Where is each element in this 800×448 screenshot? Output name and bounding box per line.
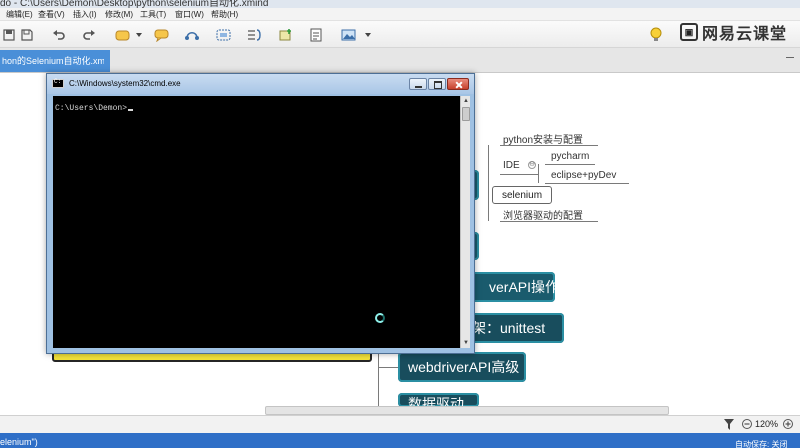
cmd-prompt-line: C:\Users\Demon> [55,104,134,113]
bottom-bar: elenium") 自动保存: 关闭 [0,433,800,448]
minimize-button[interactable] [409,78,427,90]
status-bar: 120% [0,415,800,433]
cmd-title: C:\Windows\system32\cmd.exe [69,79,181,88]
save-icon[interactable] [18,26,36,44]
marker-icon[interactable] [277,26,295,44]
subtopic-python-setup[interactable]: python安装与配置 [503,131,583,146]
menu-insert[interactable]: 插入(I) [73,9,97,20]
window-title-bar: do - C:\Users\Demon\Desktop\python\selen… [0,0,800,8]
scroll-up-icon[interactable]: ▲ [462,97,470,105]
callout-icon[interactable] [153,26,171,44]
bottom-left-text: elenium") [0,437,38,447]
menu-modify[interactable]: 修改(M) [105,9,133,20]
menu-edit[interactable]: 编辑(E) [6,9,33,20]
collapse-icon[interactable]: ⊖ [528,161,536,169]
topic-webdriver-api-advanced-label: webdriverAPI高级 [408,359,520,375]
zoom-in-icon[interactable] [783,419,793,432]
subtopic-selenium[interactable]: selenium [492,186,552,204]
loading-spinner-icon [375,313,385,323]
cmd-app-icon [52,78,64,88]
subtopic-ide[interactable]: IDE [503,160,520,171]
maximize-button[interactable] [428,78,446,90]
connector-line [545,183,629,184]
topic-dropdown-icon[interactable] [133,26,145,44]
lightbulb-icon[interactable] [647,26,665,44]
redo-icon[interactable] [80,26,98,44]
watermark: ▣ 网易云课堂 [680,20,787,44]
cmd-title-bar[interactable]: C:\Windows\system32\cmd.exe [47,74,474,94]
menu-help[interactable]: 帮助(H) [211,9,238,20]
menu-view[interactable]: 查看(V) [38,9,65,20]
connector-line [500,174,538,175]
notes-icon[interactable] [307,26,325,44]
connector-line [538,164,539,183]
subtopic-eclipse[interactable]: eclipse+pyDev [551,170,616,181]
minimize-editor-icon[interactable] [785,52,795,62]
zoom-level: 120% [755,419,779,429]
horizontal-scrollbar[interactable] [265,406,669,415]
tab-document[interactable]: hon的Selenium自动化.xmind [0,50,104,72]
cmd-vertical-scrollbar[interactable]: ▲ ▼ [460,96,470,348]
autosave-status[interactable]: 自动保存: 关闭 [735,439,787,448]
connector-line [378,367,398,368]
document-tab-strip: hon的Selenium自动化.xmind [0,48,800,73]
open-icon[interactable] [0,26,18,44]
subtopic-driver-config[interactable]: 浏览器驱动的配置 [503,207,583,222]
scroll-thumb[interactable] [462,107,470,121]
menu-window[interactable]: 窗口(W) [175,9,204,20]
watermark-text: 网易云课堂 [702,26,788,43]
zoom-out-icon[interactable] [742,419,752,432]
image-icon[interactable] [340,26,358,44]
subtopic-pycharm[interactable]: pycharm [551,151,589,162]
cmd-console[interactable]: C:\Users\Demon> [53,96,460,348]
topic-webdriver-api-advanced[interactable]: webdriverAPI高级 [398,352,526,382]
cmd-prompt: C:\Users\Demon> [55,104,128,113]
text-cursor [128,109,134,111]
window-title: do - C:\Users\Demon\Desktop\python\selen… [0,0,269,8]
connector-line [500,221,598,222]
connector-line [545,164,595,165]
cmd-window[interactable]: C:\Windows\system32\cmd.exe C:\Users\Dem… [46,73,475,354]
boundary-icon[interactable] [215,26,233,44]
watermark-logo-icon: ▣ [680,23,698,41]
connector-line [488,145,489,221]
topic-data-driven[interactable]: 数据驱动 [398,393,479,407]
connector-line [500,145,598,146]
subtopic-selenium-label: selenium [502,189,543,201]
relationship-icon[interactable] [183,26,201,44]
close-button[interactable] [447,78,469,90]
topic-webdriver-api-ops-label: verAPI操作 [489,279,560,295]
tab-edge [104,50,110,72]
topic-icon[interactable] [114,26,132,44]
scroll-down-icon[interactable]: ▼ [462,339,470,347]
image-dropdown-icon[interactable] [362,26,374,44]
menu-tools[interactable]: 工具(T) [140,9,166,20]
summary-icon[interactable] [245,26,263,44]
undo-icon[interactable] [50,26,68,44]
filter-icon[interactable] [724,419,734,433]
